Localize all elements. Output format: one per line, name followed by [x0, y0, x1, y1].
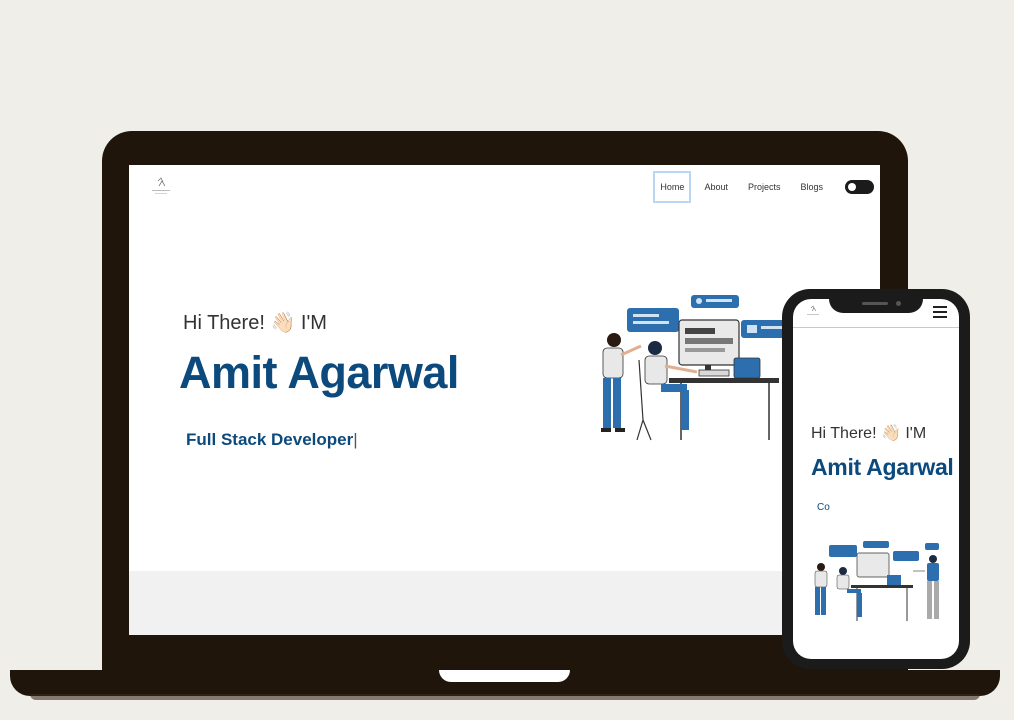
nav-item-about[interactable]: About: [697, 171, 735, 203]
mobile-hero-name: Amit Agarwal: [811, 454, 954, 480]
navbar: Home About Projects Blogs: [650, 171, 876, 203]
phone-camera: [896, 301, 901, 306]
nav-item-projects[interactable]: Projects: [741, 171, 788, 203]
theme-toggle-icon[interactable]: [845, 180, 874, 194]
next-section-band: [129, 571, 880, 635]
nav-item-blogs[interactable]: Blogs: [793, 171, 830, 203]
site-logo-icon[interactable]: [149, 177, 173, 197]
hero-name: Amit Agarwal: [179, 347, 459, 398]
mobile-role-typewriter: Co: [817, 502, 830, 513]
hamburger-menu-icon[interactable]: [933, 306, 947, 318]
phone-speaker: [862, 302, 888, 305]
nav-item-home[interactable]: Home: [653, 171, 692, 203]
laptop-base-shadow: [30, 694, 980, 700]
laptop-trackpad-notch: [439, 670, 570, 682]
laptop-screen: Home About Projects Blogs Hi There! 👋🏻 I…: [129, 165, 880, 635]
role-text: Full Stack Developer: [186, 430, 354, 449]
phone-screen: Hi There! 👋🏻 I'M Amit Agarwal Co: [793, 299, 959, 659]
greeting-text: Hi There! 👋🏻 I'M: [183, 312, 327, 334]
typing-caret: |: [353, 430, 358, 449]
mobile-greeting-text: Hi There! 👋🏻 I'M: [811, 425, 927, 442]
mobile-developer-illustration: [814, 541, 939, 621]
mobile-site-logo-icon[interactable]: [805, 305, 821, 319]
role-typewriter: Full Stack Developer|: [186, 430, 358, 450]
mobile-nav-divider: [793, 327, 959, 328]
